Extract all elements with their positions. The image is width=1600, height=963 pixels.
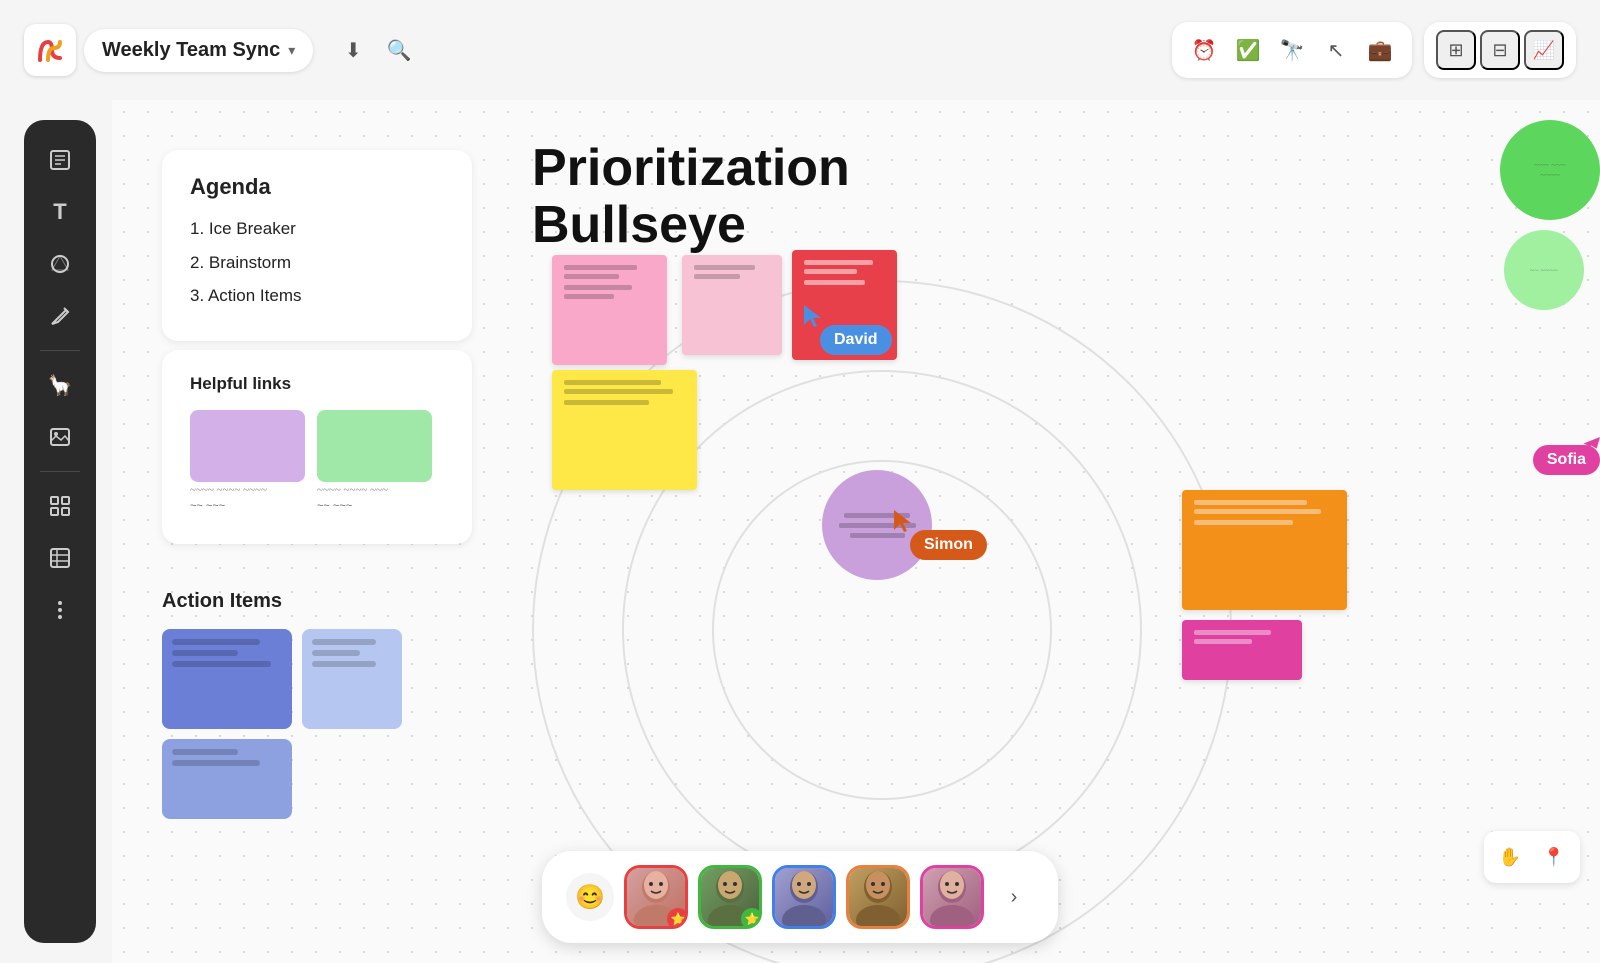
user-avatar-5[interactable] (920, 865, 984, 929)
avatar-1-star: ⭐ (667, 908, 688, 929)
sidebar-divider-1 (40, 350, 80, 351)
action-card-3[interactable] (162, 739, 292, 819)
topbar-icons: ⬇ 🔍 (333, 30, 419, 70)
link2-label: ~~ ~~~ (317, 500, 432, 512)
view-icon[interactable]: 🔭 (1272, 30, 1312, 70)
agenda-card: Agenda 1. Ice Breaker 2. Brainstorm 3. A… (162, 150, 472, 341)
toolbar-group-left: ⏰ ✅ 🔭 ↖ 💼 (1172, 22, 1412, 78)
agenda-item-1: 1. Ice Breaker (190, 216, 444, 242)
link-thumb-2[interactable]: ~~~~ ~~~~ ~~~ ~~ ~~~ (317, 410, 432, 512)
link2-squiggle: ~~~~ ~~~~ ~~~ (317, 484, 432, 496)
sticky-note-orange[interactable] (1182, 490, 1347, 610)
link1-squiggle: ~~~~ ~~~~ ~~~~ (190, 484, 305, 496)
title-pill[interactable]: Weekly Team Sync ▾ (84, 29, 313, 72)
action-card-1[interactable] (162, 629, 292, 729)
cursor-label-simon: Simon (910, 530, 987, 560)
topbar: Weekly Team Sync ▾ ⬇ 🔍 ⏰ ✅ 🔭 ↖ 💼 ⊞ ⊟ 📈 (0, 0, 1600, 100)
sidebar: T 🦙 (24, 120, 96, 943)
action-items-title: Action Items (162, 590, 472, 613)
chevron-down-icon[interactable]: ▾ (288, 42, 295, 59)
user-avatar-2[interactable]: ⭐ (698, 865, 762, 929)
deco-circle-large: ~~~ ~~~~~~~ (1500, 120, 1600, 220)
sticky-note-4[interactable] (552, 370, 697, 490)
deco-small-text: ~~ ~~~~ (1530, 266, 1558, 275)
avatar-photo-5 (923, 868, 981, 926)
cursor-label-david: David (820, 325, 892, 355)
cursor-label-sofia: Sofia (1533, 445, 1600, 475)
sidebar-item-more[interactable] (36, 586, 84, 634)
squiggle (312, 639, 376, 645)
action-cards (162, 629, 472, 729)
sidebar-item-table[interactable] (36, 534, 84, 582)
hand-tool-button[interactable]: ✋ (1490, 837, 1530, 877)
timer-icon[interactable]: ⏰ (1184, 30, 1224, 70)
grid-view-icon[interactable]: ⊞ (1436, 30, 1476, 70)
map-pin-button[interactable]: 📍 (1534, 837, 1574, 877)
sidebar-item-text[interactable]: T (36, 188, 84, 236)
squiggle (172, 639, 260, 645)
user-bar: 😊 ⭐ ⭐ › (542, 851, 1058, 943)
avatar-photo-4 (849, 868, 907, 926)
chart-icon[interactable]: 📈 (1524, 30, 1564, 70)
chevron-right-button[interactable]: › (994, 877, 1034, 917)
squiggle (172, 749, 238, 755)
emoji-button[interactable]: 😊 (566, 873, 614, 921)
link1-label: ~~ ~~~ (190, 500, 305, 512)
check-icon[interactable]: ✅ (1228, 30, 1268, 70)
deco-large-text: ~~~ ~~~~~~~ (1534, 160, 1565, 180)
squiggle (172, 661, 271, 667)
squiggle (312, 650, 360, 656)
canvas: Agenda 1. Ice Breaker 2. Brainstorm 3. A… (112, 100, 1600, 963)
page-title: Weekly Team Sync (102, 39, 280, 62)
action-items-section: Action Items (162, 590, 472, 819)
canvas-tool-panel: ✋ 📍 (1484, 831, 1580, 883)
sidebar-item-pen[interactable] (36, 292, 84, 340)
squiggle (172, 650, 238, 656)
agenda-title: Agenda (190, 174, 444, 200)
user-avatar-4[interactable] (846, 865, 910, 929)
squiggle (172, 760, 260, 766)
toolbar-group-right: ⊞ ⊟ 📈 (1424, 22, 1576, 78)
logo (24, 24, 76, 76)
sidebar-item-sticky[interactable] (36, 136, 84, 184)
links-thumbnails: ~~~~ ~~~~ ~~~~ ~~ ~~~ ~~~~ ~~~~ ~~~ ~~ ~… (190, 410, 444, 512)
topbar-left: Weekly Team Sync ▾ ⬇ 🔍 (24, 24, 419, 76)
action-card-2[interactable] (302, 629, 402, 729)
sidebar-item-shapes[interactable] (36, 240, 84, 288)
cursor-icon[interactable]: ↖ (1316, 30, 1356, 70)
briefcase-icon[interactable]: 💼 (1360, 30, 1400, 70)
sidebar-item-grid[interactable] (36, 482, 84, 530)
helpful-links-card: Helpful links ~~~~ ~~~~ ~~~~ ~~ ~~~ ~~~~… (162, 350, 472, 544)
search-button[interactable]: 🔍 (379, 30, 419, 70)
user-avatar-1[interactable]: ⭐ (624, 865, 688, 929)
agenda-item-3: 3. Action Items (190, 283, 444, 309)
sticky-note-magenta[interactable] (1182, 620, 1302, 680)
download-button[interactable]: ⬇ (333, 30, 373, 70)
sticky-note-1[interactable] (552, 255, 667, 365)
user-avatar-3[interactable] (772, 865, 836, 929)
avatar-2-star: ⭐ (741, 908, 762, 929)
deco-circle-small: ~~ ~~~~ (1504, 230, 1584, 310)
squiggle (312, 661, 376, 667)
agenda-item-2: 2. Brainstorm (190, 250, 444, 276)
prioritization-title: Prioritization Bullseye (532, 140, 850, 254)
sidebar-item-image[interactable] (36, 413, 84, 461)
sidebar-item-llama[interactable]: 🦙 (36, 361, 84, 409)
helpful-links-title: Helpful links (190, 374, 444, 394)
sticky-note-2[interactable] (682, 255, 782, 355)
link-thumb-1[interactable]: ~~~~ ~~~~ ~~~~ ~~ ~~~ (190, 410, 305, 512)
sidebar-divider-2 (40, 471, 80, 472)
avatar-photo-3 (775, 868, 833, 926)
layout-icon[interactable]: ⊟ (1480, 30, 1520, 70)
topbar-right: ⏰ ✅ 🔭 ↖ 💼 ⊞ ⊟ 📈 (1172, 22, 1576, 78)
